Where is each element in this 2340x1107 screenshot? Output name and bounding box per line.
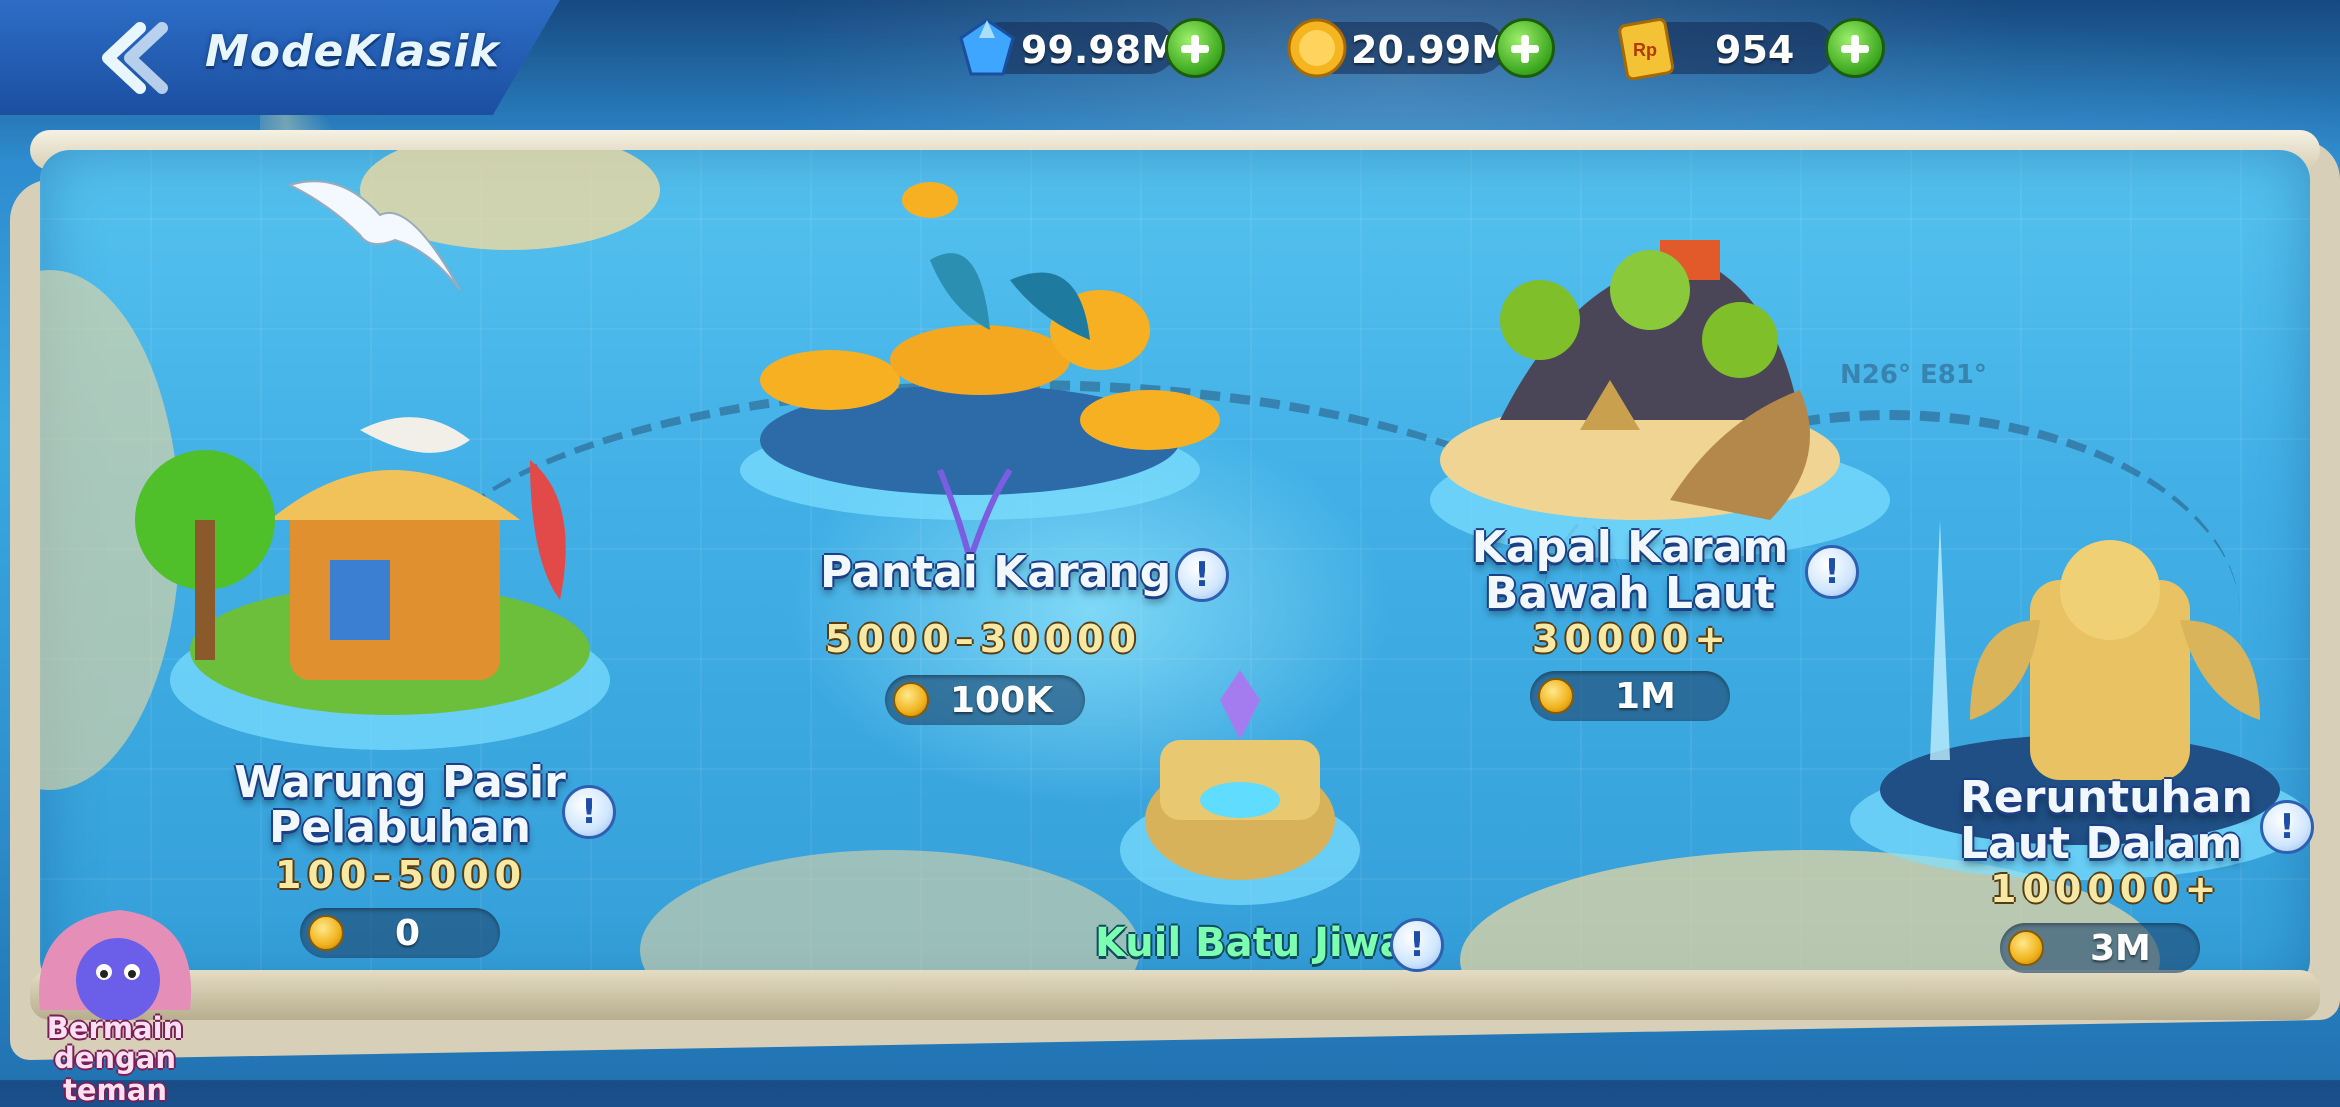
room-name-line1: Reruntuhan bbox=[1960, 772, 2253, 823]
room-min-balance: 1M bbox=[1615, 676, 1676, 717]
octopus-mascot-icon bbox=[39, 910, 192, 1020]
room-bet-range: 5000–30000 bbox=[825, 617, 1142, 661]
island-kapal-karam-art bbox=[1430, 240, 1890, 560]
info-icon[interactable]: ! bbox=[1805, 545, 1859, 599]
seagull-icon bbox=[287, 180, 461, 291]
room-name-line2: Pelabuhan bbox=[268, 802, 532, 853]
chevron-left-icon bbox=[102, 22, 168, 94]
play-with-friends-label-line1: Bermain bbox=[46, 1011, 184, 1045]
coin-icon bbox=[308, 915, 344, 951]
room-min-pill: 1M bbox=[1530, 671, 1730, 721]
room-name-line1: Kapal Karam bbox=[1471, 522, 1789, 573]
room-name-line1: Warung Pasir bbox=[234, 757, 566, 808]
gem-icon bbox=[959, 18, 1015, 76]
gem-balance: 99.98M bbox=[1021, 28, 1180, 72]
room-name-line2: Bawah Laut bbox=[1484, 568, 1776, 619]
room-min-balance: 3M bbox=[2090, 928, 2151, 969]
island-warung-pasir-art bbox=[135, 417, 610, 750]
currency-coin: 20.99M bbox=[1285, 18, 1555, 78]
room-min-pill: 0 bbox=[300, 908, 500, 958]
exchange-rp-button[interactable] bbox=[1825, 18, 1885, 78]
room-pantai-karang[interactable]: Pantai Karang ! 5000–30000 100K bbox=[800, 545, 1260, 735]
room-warung-pasir-pelabuhan[interactable]: Warung Pasir Pelabuhan ! 100–5000 0 bbox=[170, 755, 630, 985]
add-gem-button[interactable] bbox=[1165, 18, 1225, 78]
gold-coin-icon bbox=[1287, 18, 1347, 78]
room-min-pill: 100K bbox=[885, 675, 1085, 725]
currency-gem: 99.98M bbox=[955, 18, 1225, 78]
island-pantai-karang-art bbox=[740, 182, 1220, 571]
back-button[interactable] bbox=[90, 18, 180, 98]
room-min-balance: 0 bbox=[395, 913, 421, 954]
svg-text:Rp: Rp bbox=[1633, 40, 1657, 60]
play-with-friends-button[interactable]: Bermain dengan teman bbox=[0, 900, 230, 1106]
room-name: Pantai Karang bbox=[820, 547, 1172, 598]
rp-ticket-icon: Rp bbox=[1618, 18, 1675, 80]
play-with-friends-label-line2: dengan teman bbox=[53, 1041, 177, 1107]
room-bet-range: 100000+ bbox=[1990, 867, 2223, 911]
coin-icon bbox=[1538, 678, 1574, 714]
room-min-balance: 100K bbox=[950, 680, 1054, 721]
room-reruntuhan-laut-dalam[interactable]: Reruntuhan Laut Dalam ! 100000+ 3M bbox=[1960, 775, 2320, 975]
rp-balance: 954 bbox=[1715, 28, 1795, 72]
coin-balance: 20.99M bbox=[1351, 28, 1510, 72]
top-bar: ModeKlasik 99.98M 20.99M Rp 954 bbox=[0, 0, 2340, 120]
info-icon[interactable]: ! bbox=[1390, 918, 1444, 972]
room-kapal-karam-bawah-laut[interactable]: Kapal Karam Bawah Laut ! 30000+ 1M bbox=[1470, 525, 1930, 725]
currency-rp: Rp 954 bbox=[1615, 18, 1885, 80]
room-bet-range: 30000+ bbox=[1532, 617, 1733, 661]
coin-icon bbox=[893, 682, 929, 718]
room-kuil-batu-jiwa[interactable]: Kuil Batu Jiwa ! bbox=[1095, 915, 1455, 985]
info-icon[interactable]: ! bbox=[562, 785, 616, 839]
room-name-line2: Laut Dalam bbox=[1960, 818, 2243, 869]
info-icon[interactable]: ! bbox=[2260, 800, 2314, 854]
room-name: Kuil Batu Jiwa bbox=[1095, 920, 1407, 966]
info-icon[interactable]: ! bbox=[1175, 548, 1229, 602]
room-bet-range: 100–5000 bbox=[275, 853, 528, 897]
room-min-pill: 3M bbox=[2000, 923, 2200, 973]
add-coin-button[interactable] bbox=[1495, 18, 1555, 78]
page-title: ModeKlasik bbox=[205, 26, 500, 77]
coin-icon bbox=[2008, 930, 2044, 966]
